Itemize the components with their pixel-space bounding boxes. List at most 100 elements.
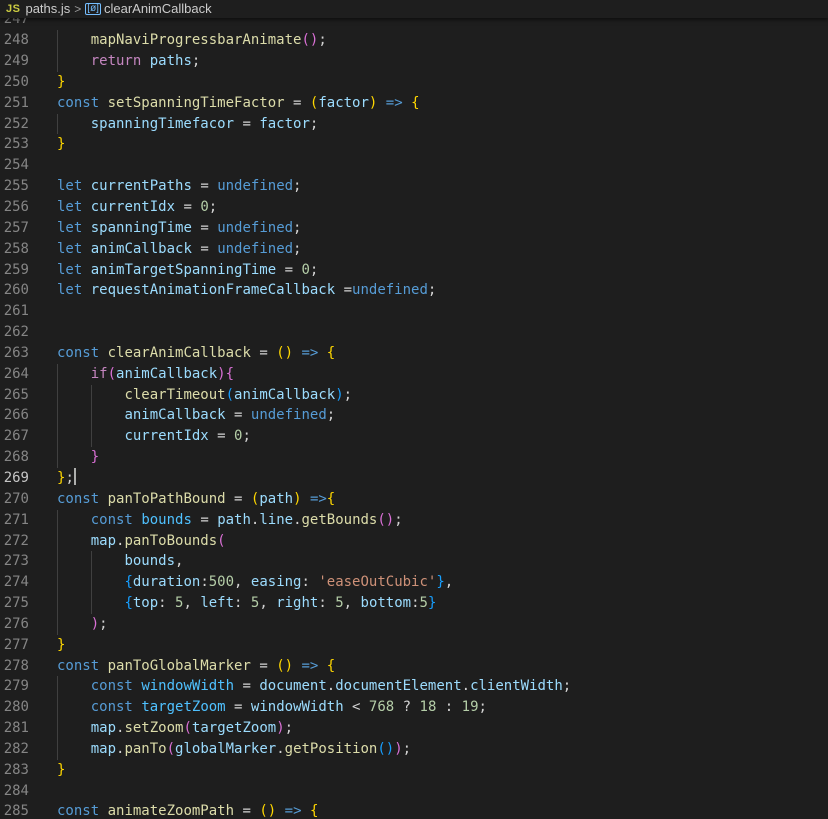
code-line[interactable]: 247 bbox=[0, 18, 828, 30]
code-line[interactable]: 249 return paths; bbox=[0, 51, 828, 72]
code-line[interactable]: 261 bbox=[0, 301, 828, 322]
code-token: 0 bbox=[200, 199, 209, 215]
code-token: const bbox=[90, 699, 133, 716]
code-line[interactable]: 256 let currentIdx = 0; bbox=[0, 197, 828, 218]
code-line[interactable]: 282 map.panTo(globalMarker.getPosition())… bbox=[0, 738, 828, 760]
code-token: currentPaths bbox=[90, 178, 192, 195]
code-line[interactable]: 281 map.setZoom(targetZoom); bbox=[0, 718, 828, 739]
indent-guide bbox=[57, 405, 58, 427]
code-line[interactable]: 276); bbox=[0, 613, 828, 635]
code-text: const windowWidth = document.documentEle… bbox=[91, 676, 572, 697]
code-token: mapNaviProgressbarAnimate bbox=[90, 32, 302, 49]
code-token: setSpanningTimeFactor bbox=[107, 94, 285, 111]
code-line[interactable]: 277} bbox=[0, 635, 828, 656]
code-line[interactable]: 274 {duration:500, easing: 'easeOutCubic'… bbox=[0, 572, 828, 594]
code-line[interactable]: 252 spanningTimefacor = factor; bbox=[0, 113, 828, 135]
code-line[interactable]: 251 const setSpanningTimeFactor = (factor… bbox=[0, 93, 828, 114]
line-number: 250 bbox=[3, 73, 29, 90]
code-token: , bbox=[343, 595, 361, 612]
code-text: currentIdx = 0; bbox=[124, 426, 250, 447]
code-line[interactable]: 275 {top: 5, left: 5, right: 5, bottom:5} bbox=[0, 593, 828, 614]
code-line[interactable]: 248 mapNaviProgressbarAnimate(); bbox=[0, 30, 828, 52]
code-token: let bbox=[57, 261, 83, 278]
code-line[interactable]: 272 map.panToBounds( bbox=[0, 530, 828, 552]
code-line[interactable]: 284 bbox=[0, 781, 828, 802]
code-token: animCallback bbox=[124, 407, 226, 424]
code-line[interactable]: 264 if(animCallback){ bbox=[0, 363, 828, 385]
code-line[interactable]: 285 const animateZoomPath = () => { bbox=[0, 801, 828, 819]
code-line[interactable]: 260 let requestAnimationFrameCallback =un… bbox=[0, 280, 828, 301]
code-token: ; bbox=[427, 282, 437, 299]
code-token: let bbox=[57, 240, 83, 257]
code-token: duration bbox=[132, 574, 201, 591]
code-token: } bbox=[57, 73, 66, 90]
code-token: ; bbox=[284, 720, 294, 737]
code-token: = bbox=[191, 178, 218, 195]
code-line[interactable]: 267 currentIdx = 0; bbox=[0, 426, 828, 448]
line-number: 268 bbox=[3, 449, 29, 466]
line-number: 270 bbox=[3, 490, 29, 507]
code-token: } bbox=[57, 136, 66, 153]
code-line[interactable]: 263 const clearAnimCallback = () => { bbox=[0, 343, 828, 364]
code-line[interactable]: 250} bbox=[0, 72, 828, 93]
breadcrumb-symbol[interactable]: clearAnimCallback bbox=[104, 1, 212, 17]
indent-guide bbox=[57, 697, 58, 719]
code-line[interactable]: 255 let currentPaths = undefined; bbox=[0, 176, 828, 197]
code-token: path bbox=[259, 490, 294, 507]
indent-guide bbox=[57, 613, 58, 635]
indent-guide bbox=[57, 509, 58, 531]
code-token: undefined bbox=[250, 407, 327, 424]
line-number: 284 bbox=[3, 782, 29, 799]
code-line[interactable]: 262 bbox=[0, 322, 828, 343]
code-line[interactable]: 259 let animTargetSpanningTime = 0; bbox=[0, 260, 828, 281]
code-token: ( bbox=[377, 740, 386, 757]
code-token: ; bbox=[343, 386, 353, 403]
code-token: panToPathBound bbox=[107, 490, 226, 507]
code-token: ) bbox=[385, 511, 395, 528]
code-token: = bbox=[250, 344, 277, 361]
code-line[interactable]: 280 const targetZoom = windowWidth < 768 … bbox=[0, 697, 828, 719]
indent-guide bbox=[57, 572, 58, 594]
code-line[interactable]: 279 const windowWidth = document.document… bbox=[0, 676, 828, 698]
code-text: bounds, bbox=[124, 551, 183, 572]
code-line[interactable]: 254 bbox=[0, 155, 828, 176]
code-line[interactable]: 258 let animCallback = undefined; bbox=[0, 239, 828, 260]
code-token: , bbox=[183, 595, 201, 612]
code-line[interactable]: 268} bbox=[0, 447, 828, 468]
code-token: setZoom bbox=[124, 720, 184, 737]
code-token: clientWidth bbox=[470, 678, 563, 695]
breadcrumb-file[interactable]: paths.js bbox=[25, 1, 70, 17]
code-token: ( bbox=[276, 657, 285, 674]
code-line[interactable]: 278 const panToGlobalMarker = () => { bbox=[0, 656, 828, 677]
code-token: animCallback bbox=[90, 240, 192, 257]
code-line[interactable]: 273 bounds, bbox=[0, 551, 828, 573]
code-token: const bbox=[57, 657, 100, 674]
line-number: 258 bbox=[3, 240, 29, 257]
code-token: globalMarker bbox=[175, 740, 277, 757]
code-line[interactable]: 269}; bbox=[0, 467, 828, 489]
code-line[interactable]: 253} bbox=[0, 134, 828, 155]
line-number: 261 bbox=[3, 303, 29, 320]
code-editor[interactable]: 247 248 mapNaviProgressbarAnimate(); 249 ret… bbox=[0, 18, 828, 819]
code-text: if(animCallback){ bbox=[91, 364, 234, 385]
code-line[interactable]: 271 const bounds = path.line.getBounds(); bbox=[0, 509, 828, 531]
code-token: . bbox=[276, 740, 285, 757]
line-number: 269 bbox=[3, 469, 29, 486]
code-token: = bbox=[191, 511, 218, 528]
code-token: { bbox=[326, 490, 336, 507]
code-line[interactable]: 265 clearTimeout(animCallback); bbox=[0, 384, 828, 406]
line-number: 273 bbox=[3, 553, 29, 570]
code-line[interactable]: 266 animCallback = undefined; bbox=[0, 405, 828, 427]
code-line[interactable]: 257 let spanningTime = undefined; bbox=[0, 218, 828, 239]
code-token: = bbox=[234, 678, 260, 695]
code-text: const panToPathBound = (path) =>{ bbox=[57, 489, 335, 510]
code-line[interactable]: 283} bbox=[0, 760, 828, 781]
code-token: 500 bbox=[208, 574, 235, 591]
code-line[interactable]: 270 const panToPathBound = (path) =>{ bbox=[0, 489, 828, 510]
